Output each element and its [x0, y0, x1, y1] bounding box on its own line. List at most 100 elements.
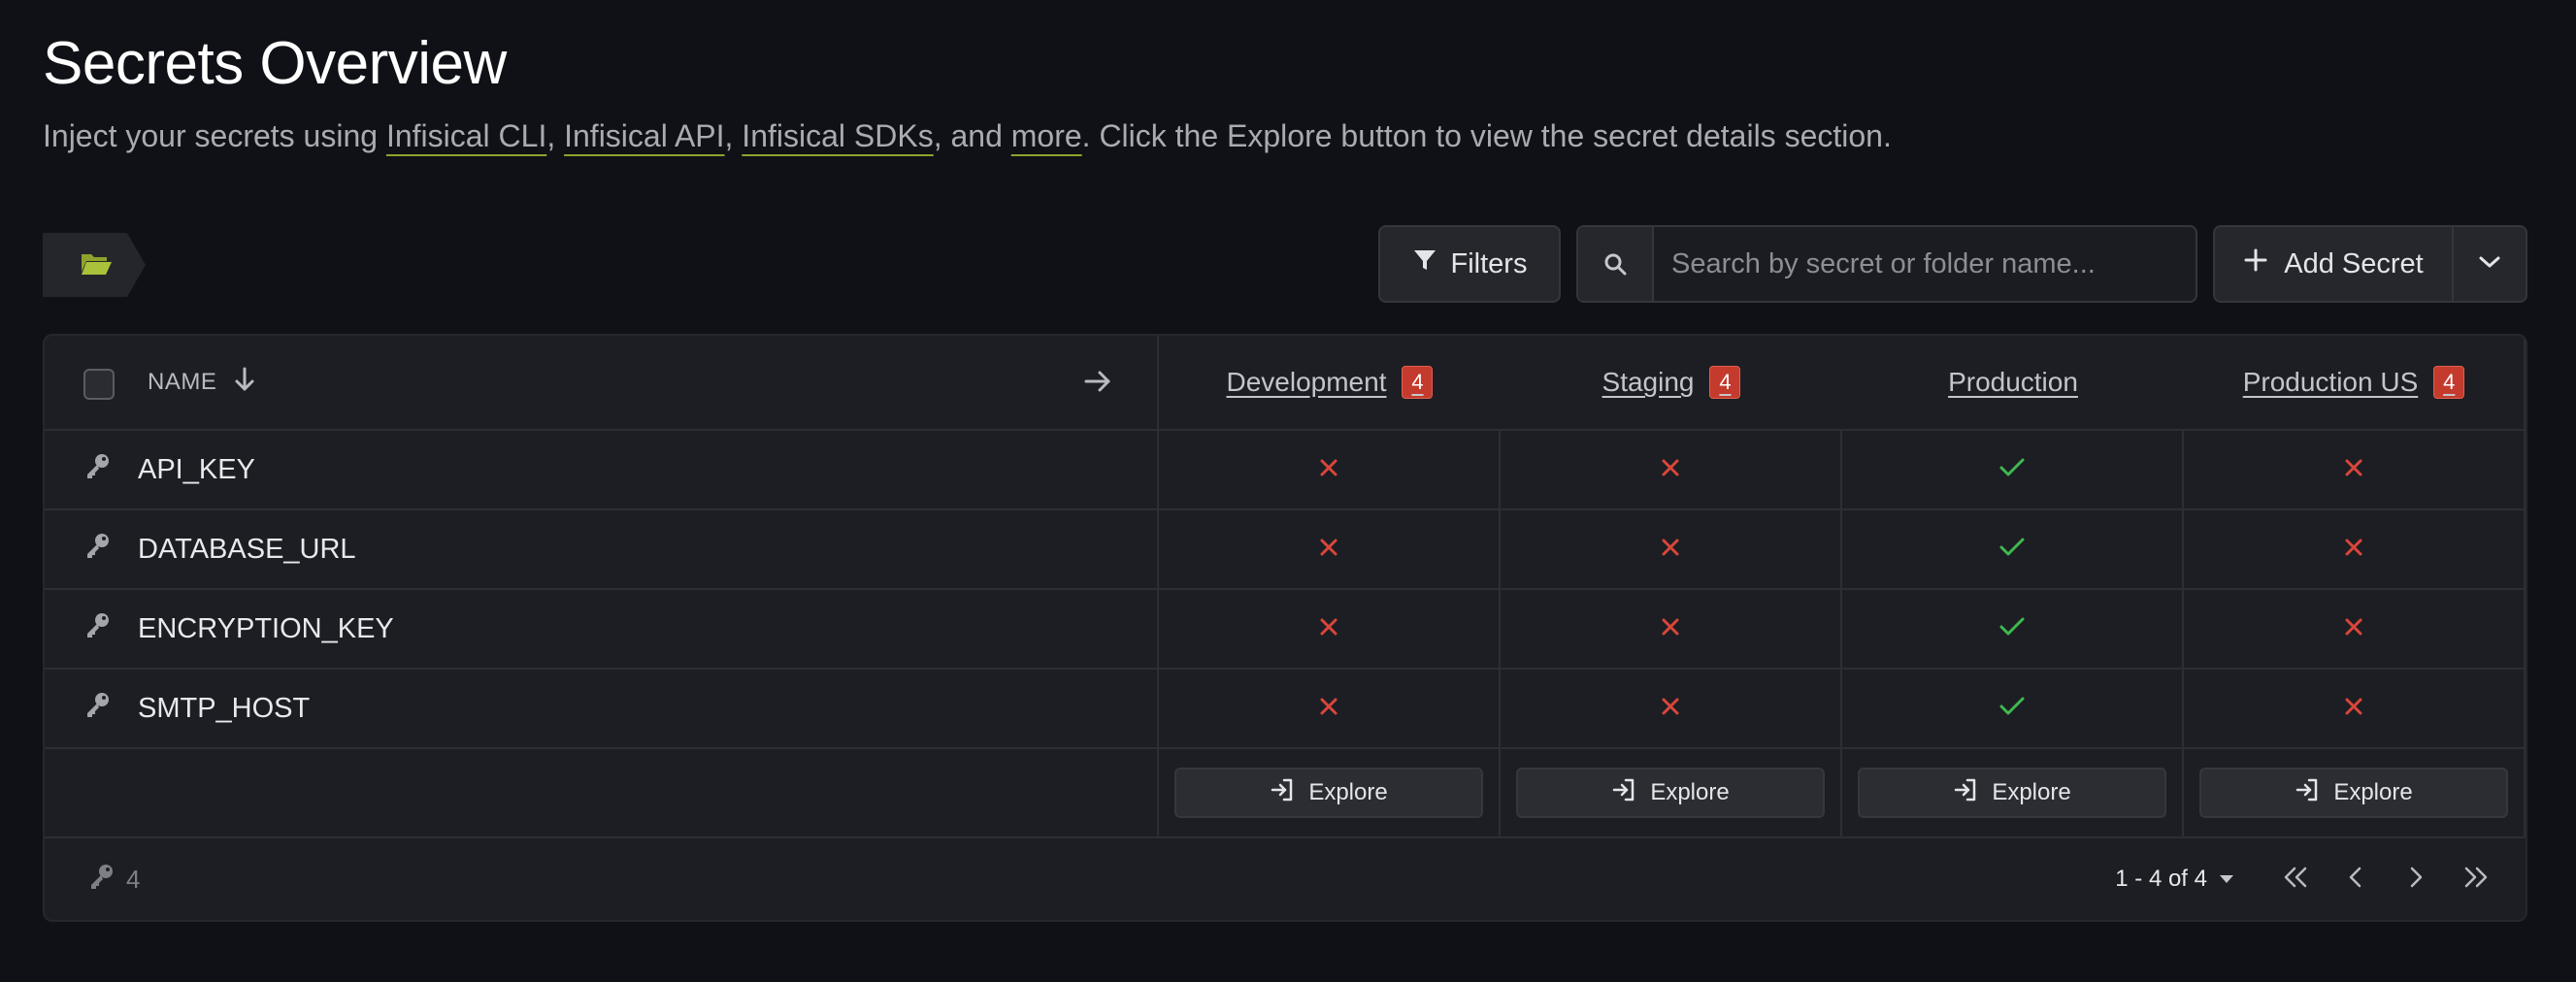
missing-count-badge: 4: [1709, 366, 1741, 399]
page-title: Secrets Overview: [43, 30, 507, 97]
explore-cell: Explore: [1842, 749, 2184, 836]
filters-label: Filters: [1450, 247, 1528, 279]
explore-cell: Explore: [1159, 749, 1501, 836]
subtitle-text: Inject your secrets using: [43, 118, 386, 153]
secret-row[interactable]: ENCRYPTION_KEY: [45, 590, 2526, 670]
infisical-api-link[interactable]: Infisical API: [564, 118, 724, 153]
key-icon: [83, 531, 113, 568]
close-icon: [2343, 696, 2364, 722]
last-page-button[interactable]: [2446, 849, 2506, 909]
close-icon: [1660, 696, 1681, 722]
env-header-production: Production: [1842, 336, 2184, 429]
env-status-cell[interactable]: [1842, 431, 2184, 508]
env-link-staging[interactable]: Staging 4: [1602, 366, 1741, 399]
secret-name: SMTP_HOST: [138, 692, 311, 724]
sign-in-icon: [1953, 777, 1978, 809]
env-status-cell[interactable]: [1501, 510, 1842, 588]
env-status-cell[interactable]: [2184, 670, 2526, 747]
env-link-production-us[interactable]: Production US 4: [2243, 366, 2465, 399]
close-icon: [2343, 537, 2364, 563]
select-all-checkbox[interactable]: [83, 369, 115, 400]
explore-production-us-button[interactable]: Explore: [2199, 768, 2508, 818]
folder-open-icon: [80, 250, 113, 280]
env-link-development[interactable]: Development 4: [1227, 366, 1434, 399]
env-status-cell[interactable]: [1842, 590, 2184, 668]
secret-name-cell[interactable]: API_KEY: [45, 431, 1159, 508]
subtitle-text: ,: [724, 118, 743, 153]
subtitle-text: , and: [933, 118, 1011, 153]
page-subtitle: Inject your secrets using Infisical CLI,…: [43, 118, 1892, 154]
infisical-cli-link[interactable]: Infisical CLI: [386, 118, 546, 153]
env-status-cell[interactable]: [1159, 590, 1501, 668]
env-status-cell[interactable]: [1159, 670, 1501, 747]
chevrons-left-icon: [2281, 865, 2310, 895]
explore-cell: Explore: [2184, 749, 2526, 836]
add-secret-label: Add Secret: [2284, 247, 2424, 279]
env-status-cell[interactable]: [1159, 431, 1501, 508]
env-status-cell[interactable]: [2184, 431, 2526, 508]
key-icon: [83, 451, 113, 488]
secret-row[interactable]: SMTP_HOST: [45, 670, 2526, 749]
env-name: Development: [1226, 367, 1387, 397]
caret-down-icon: [2217, 866, 2236, 893]
name-column-header[interactable]: NAME: [148, 336, 255, 429]
env-status-cell[interactable]: [1501, 670, 1842, 747]
name-header-label: NAME: [148, 369, 217, 395]
secret-name: DATABASE_URL: [138, 533, 356, 565]
explore-label: Explore: [1650, 779, 1730, 805]
explore-row: Explore Explore Explore Explore: [45, 749, 2526, 838]
env-header-development: Development 4: [1159, 336, 1501, 429]
explore-label: Explore: [1992, 779, 2071, 805]
first-page-button[interactable]: [2265, 849, 2326, 909]
env-status-cell[interactable]: [1159, 510, 1501, 588]
secret-count-value: 4: [126, 864, 141, 894]
infisical-sdks-link[interactable]: Infisical SDKs: [742, 118, 933, 153]
env-status-cell[interactable]: [1842, 670, 2184, 747]
explore-staging-button[interactable]: Explore: [1516, 768, 1825, 818]
close-icon: [2343, 457, 2364, 483]
close-icon: [1660, 537, 1681, 563]
arrow-right-icon: [1081, 371, 1114, 402]
breadcrumb-root-folder[interactable]: [43, 233, 146, 297]
pagination: 1 - 4 of 4: [2115, 838, 2506, 920]
env-status-cell[interactable]: [2184, 510, 2526, 588]
secret-key: ENCRYPTION_KEY: [45, 610, 394, 647]
secret-name-cell[interactable]: ENCRYPTION_KEY: [45, 590, 1159, 668]
env-name: Staging: [1602, 367, 1695, 397]
close-icon: [1660, 457, 1681, 483]
filters-button[interactable]: Filters: [1378, 225, 1561, 303]
secret-row[interactable]: DATABASE_URL: [45, 510, 2526, 590]
explore-row-spacer: [45, 749, 1159, 836]
add-secret-button[interactable]: Add Secret: [2215, 227, 2454, 301]
chevron-left-icon: [2346, 865, 2365, 895]
search-input[interactable]: [1654, 227, 2196, 301]
env-status-cell[interactable]: [2184, 590, 2526, 668]
env-header-staging: Staging 4: [1501, 336, 1842, 429]
add-secret-button-group: Add Secret: [2213, 225, 2527, 303]
table-footer: 4 1 - 4 of 4: [45, 838, 2526, 920]
key-icon: [87, 862, 116, 898]
explore-development-button[interactable]: Explore: [1174, 768, 1483, 818]
secret-name-cell[interactable]: SMTP_HOST: [45, 670, 1159, 747]
check-icon: [1998, 616, 2026, 642]
explore-production-button[interactable]: Explore: [1858, 768, 2166, 818]
env-name: Production US: [2242, 367, 2419, 397]
env-status-cell[interactable]: [1501, 431, 1842, 508]
add-secret-dropdown-button[interactable]: [2454, 227, 2526, 301]
page-size-select[interactable]: 1 - 4 of 4: [2115, 866, 2236, 893]
env-status-cell[interactable]: [1501, 590, 1842, 668]
secret-name: API_KEY: [138, 453, 255, 485]
more-link[interactable]: more: [1011, 118, 1082, 153]
env-link-production[interactable]: Production: [1948, 367, 2078, 398]
check-icon: [1998, 696, 2026, 722]
env-status-cell[interactable]: [1842, 510, 2184, 588]
next-page-button[interactable]: [2386, 849, 2446, 909]
secret-row[interactable]: API_KEY: [45, 431, 2526, 510]
secrets-overview-table: NAME Development 4 Staging 4 Production Pr…: [43, 334, 2527, 922]
close-icon: [2343, 616, 2364, 642]
expand-columns-button[interactable]: [1081, 365, 1114, 403]
search-bar[interactable]: [1576, 225, 2197, 303]
plus-icon: [2243, 247, 2268, 280]
previous-page-button[interactable]: [2326, 849, 2386, 909]
secret-name-cell[interactable]: DATABASE_URL: [45, 510, 1159, 588]
